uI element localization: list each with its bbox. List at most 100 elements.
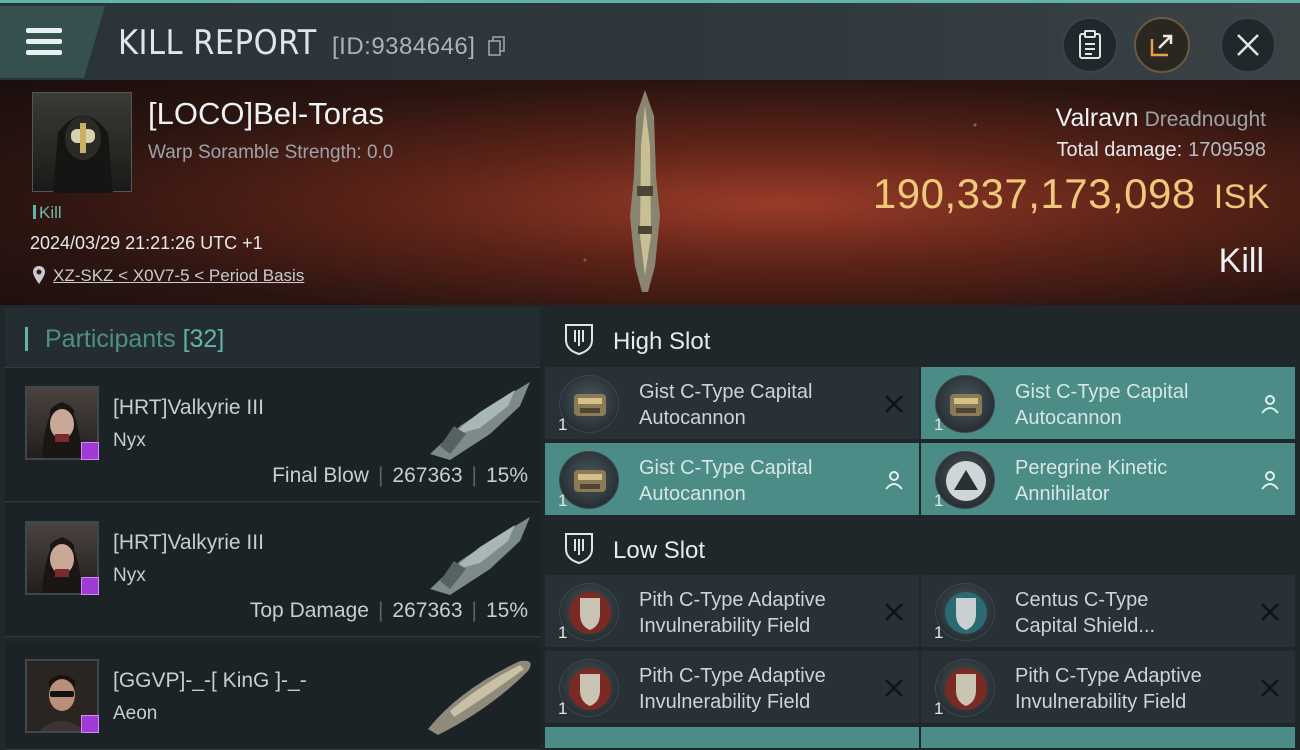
- module-slot[interactable]: 1 Pith C-Type Adaptive Invulnerability Fi…: [545, 575, 919, 649]
- victim-avatar[interactable]: [32, 92, 132, 193]
- module-quantity: 1: [558, 699, 568, 718]
- module-name: Gist C-Type Capital Autocannon: [639, 379, 869, 431]
- module-slot[interactable]: 1 Gist C-Type Capital Autocannon: [545, 367, 919, 441]
- warp-scramble-strength: Warp Soramble Strength: 0.0: [148, 142, 394, 163]
- participant-damage: 267363: [392, 599, 463, 622]
- module-name-line: Centus C-Type: [1015, 589, 1149, 611]
- share-button[interactable]: [1134, 17, 1190, 73]
- module-slot-partial[interactable]: [921, 727, 1295, 750]
- module-name-line: Invulnerability Field: [639, 615, 811, 637]
- module-slot[interactable]: 1 Gist C-Type Capital Autocannon: [921, 367, 1295, 441]
- hooded-pilot-portrait: [53, 115, 113, 193]
- participant-avatar[interactable]: [25, 659, 99, 733]
- participant-stats: Top Damage | 267363 | 15%: [250, 599, 528, 623]
- participant-name[interactable]: [HRT]Valkyrie III: [113, 396, 264, 420]
- kill-location-link[interactable]: XZ-SKZ < X0V7-5 < Period Basis: [53, 266, 304, 286]
- participant-ship-model: [430, 517, 530, 595]
- player-badge-icon: [81, 715, 99, 733]
- participant-name[interactable]: [GGVP]-_-[ KinG ]-_-: [113, 669, 307, 693]
- participant-role: Top Damage: [249, 599, 369, 622]
- module-slot[interactable]: 1 Peregrine Kinetic Annihilator: [921, 443, 1295, 517]
- kill-report-screen: KILL REPORT [ID:9384646] [LOCO]Bel-Toras…: [0, 0, 1300, 750]
- module-name-line: Gist C-Type Capital: [1015, 381, 1189, 403]
- shield-extender-icon: [935, 583, 995, 641]
- total-damage: Total damage: 1709598: [1056, 139, 1266, 162]
- participant-ship: Aeon: [113, 703, 158, 724]
- total-damage-label: Total damage:: [1056, 139, 1183, 161]
- victim-name[interactable]: [LOCO]Bel-Toras: [148, 96, 384, 132]
- menu-icon-bar: [26, 50, 62, 55]
- module-name-line: Pith C-Type Adaptive: [639, 589, 826, 611]
- module-quantity: 1: [558, 415, 568, 434]
- stat-separator: |: [471, 599, 477, 622]
- high-slot-icon: [565, 324, 593, 356]
- participant-ship-model: [430, 382, 530, 460]
- menu-button[interactable]: [0, 6, 105, 78]
- isk-amount: 190,337,173,098: [872, 170, 1196, 217]
- player-badge-icon: [81, 577, 99, 595]
- page-title: KILL REPORT: [118, 23, 317, 63]
- participant-row[interactable]: [HRT]Valkyrie III Nyx Top Damage | 267363 |…: [5, 503, 540, 637]
- dropped-person-icon: [1261, 471, 1279, 490]
- victim-ship-model: [630, 90, 660, 292]
- fitting-panel: High Slot 1 Gist C-Type Capital Autocanno…: [540, 305, 1300, 750]
- module-name: Pith C-Type Adaptive Invulnerability Fiel…: [639, 663, 869, 715]
- destroyed-x-icon: [1261, 603, 1279, 621]
- player-badge-icon: [81, 442, 99, 460]
- participant-avatar[interactable]: [25, 386, 99, 460]
- stat-separator: |: [377, 464, 384, 487]
- destroyed-x-icon: [1261, 679, 1279, 697]
- module-slot[interactable]: 1 Gist C-Type Capital Autocannon: [545, 443, 919, 517]
- invulnerability-field-icon: [935, 659, 995, 717]
- module-quantity: 1: [934, 491, 944, 510]
- module-name-line: Autocannon: [639, 483, 746, 505]
- isk-value: 190,337,173,098 ISK: [873, 170, 1270, 218]
- participant-ship-model: [428, 660, 531, 735]
- participant-ship: Nyx: [113, 430, 146, 451]
- participant-percent: 15%: [485, 464, 528, 487]
- destroyed-x-icon: [885, 679, 903, 697]
- module-name: Pith C-Type Adaptive Invulnerability Fiel…: [1015, 663, 1245, 715]
- participant-avatar[interactable]: [25, 521, 99, 595]
- participant-row[interactable]: [GGVP]-_-[ KinG ]-_- Aeon: [5, 641, 540, 750]
- victim-ship: Valravn Dreadnought: [1056, 104, 1266, 133]
- module-quantity: 1: [558, 491, 568, 510]
- module-name: Peregrine Kinetic Annihilator: [1015, 455, 1245, 507]
- module-name: Gist C-Type Capital Autocannon: [1015, 379, 1245, 431]
- module-name-line: Pith C-Type Adaptive: [1015, 665, 1202, 687]
- clipboard-button[interactable]: [1062, 17, 1118, 73]
- dropped-person-icon: [1261, 395, 1279, 414]
- module-quantity: 1: [934, 415, 944, 434]
- module-slot[interactable]: 1 Pith C-Type Adaptive Invulnerability Fi…: [545, 651, 919, 725]
- kill-id: [ID:9384646]: [332, 33, 476, 60]
- module-slot[interactable]: 1 Centus C-Type Capital Shield...: [921, 575, 1295, 649]
- tag-accent: [33, 205, 36, 219]
- autocannon-icon: [559, 451, 619, 509]
- isk-unit: ISK: [1213, 178, 1270, 216]
- invulnerability-field-icon: [559, 583, 619, 641]
- low-slot-header: Low Slot: [545, 517, 1300, 577]
- stat-separator: |: [377, 599, 384, 622]
- participant-row[interactable]: [HRT]Valkyrie III Nyx Final Blow | 267363 |…: [5, 368, 540, 502]
- module-slot[interactable]: 1 Pith C-Type Adaptive Invulnerability Fi…: [921, 651, 1295, 725]
- participant-damage: 267363: [392, 464, 463, 487]
- participants-label: Participants: [45, 325, 176, 353]
- high-slot-header: High Slot: [545, 308, 1300, 368]
- participant-name[interactable]: [HRT]Valkyrie III: [113, 531, 264, 555]
- result-label: Kill: [1218, 242, 1264, 280]
- ship-class: Dreadnought: [1144, 108, 1266, 131]
- participants-panel: Participants [32] [HRT]Valkyrie III Nyx: [0, 305, 540, 750]
- close-button[interactable]: [1220, 17, 1276, 73]
- module-quantity: 1: [934, 699, 944, 718]
- menu-icon: [26, 28, 62, 33]
- high-slot-title: High Slot: [613, 328, 711, 355]
- module-name-line: Gist C-Type Capital: [639, 457, 813, 479]
- module-name-line: Autocannon: [639, 407, 746, 429]
- autocannon-icon: [935, 375, 995, 433]
- module-name: Gist C-Type Capital Autocannon: [639, 455, 869, 507]
- participants-count: [32]: [182, 325, 225, 353]
- participants-header: Participants [32]: [5, 308, 540, 368]
- copy-icon[interactable]: [488, 36, 506, 56]
- module-name: Pith C-Type Adaptive Invulnerability Fiel…: [639, 587, 869, 639]
- module-slot-partial[interactable]: [545, 727, 919, 750]
